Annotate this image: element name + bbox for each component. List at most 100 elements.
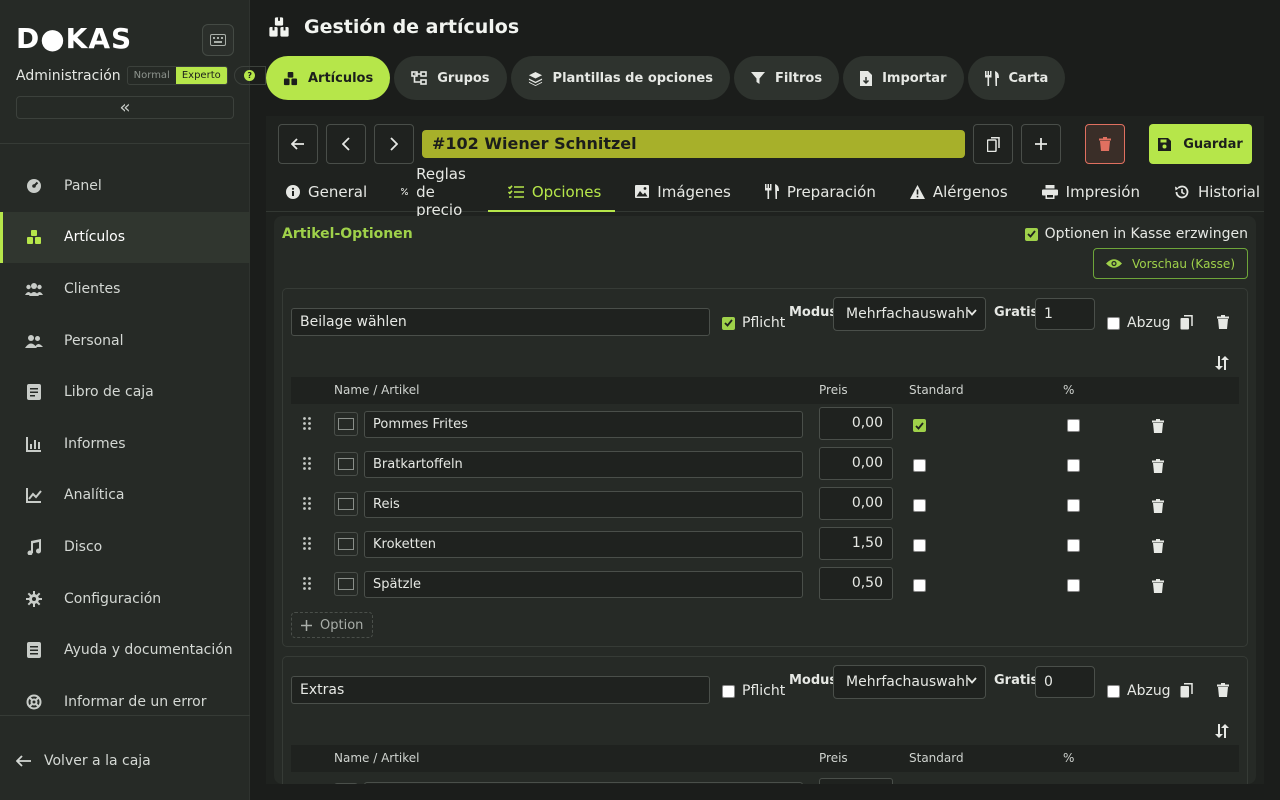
group-name-field[interactable]: Beilage wählen: [291, 308, 710, 336]
subtab-preparacion[interactable]: Preparación: [745, 172, 890, 211]
option-name-field[interactable]: Kroketten: [364, 531, 803, 558]
copy-icon[interactable]: [1180, 315, 1193, 330]
group-name-field[interactable]: Extras: [291, 676, 710, 704]
checkbox-checked[interactable]: [722, 316, 735, 330]
subtab-reglas-precio[interactable]: Reglas de precio: [381, 165, 488, 219]
delete-article-button[interactable]: [1085, 124, 1125, 164]
tab-filtros[interactable]: Filtros: [733, 56, 840, 100]
drag-handle-icon[interactable]: [303, 537, 311, 550]
color-swatch[interactable]: [334, 412, 358, 436]
percent-checkbox[interactable]: [1067, 419, 1080, 432]
sidebar-item-informes[interactable]: Informes: [0, 418, 250, 470]
deduct-toggle[interactable]: Abzug: [1107, 315, 1171, 331]
percent-checkbox[interactable]: [1067, 499, 1080, 512]
previous-article-button[interactable]: [326, 124, 366, 164]
standard-checkbox[interactable]: [913, 459, 926, 472]
checkbox-checked[interactable]: [1024, 227, 1038, 241]
option-name-field[interactable]: Spätzle: [364, 571, 803, 598]
sidebar-item-panel[interactable]: Panel: [0, 160, 250, 212]
option-price-field[interactable]: 0,00: [819, 447, 893, 480]
sidebar-item-analitica[interactable]: Analítica: [0, 470, 250, 522]
sidebar-item-clientes[interactable]: Clientes: [0, 263, 250, 315]
preview-pos-button[interactable]: Vorschau (Kasse): [1092, 248, 1248, 279]
option-price-field[interactable]: 1,50: [819, 527, 893, 560]
subtab-imagenes[interactable]: Imágenes: [615, 172, 745, 211]
option-price-field[interactable]: [819, 778, 893, 784]
mode-normal-button[interactable]: Normal: [128, 67, 176, 84]
color-swatch[interactable]: [334, 492, 358, 516]
percent-checkbox[interactable]: [1067, 539, 1080, 552]
collapse-sidebar-button[interactable]: «: [16, 96, 234, 119]
sort-icon[interactable]: [1215, 724, 1229, 738]
trash-icon[interactable]: [1152, 459, 1164, 473]
sidebar-item-articulos[interactable]: Artículos: [0, 211, 250, 264]
sidebar-item-configuracion[interactable]: Configuración: [0, 573, 250, 625]
back-to-pos-button[interactable]: Volver a la caja: [16, 748, 151, 774]
drag-handle-icon[interactable]: [303, 417, 311, 430]
color-swatch[interactable]: [334, 452, 358, 476]
standard-checkbox[interactable]: [913, 499, 926, 512]
standard-checkbox[interactable]: [913, 579, 926, 592]
option-name-field[interactable]: Bratkartoffeln: [364, 451, 803, 478]
required-toggle[interactable]: Pflicht: [722, 683, 785, 699]
force-options-toggle[interactable]: Optionen in Kasse erzwingen: [1024, 226, 1248, 242]
save-button[interactable]: Guardar: [1149, 124, 1252, 164]
back-button[interactable]: [278, 124, 318, 164]
trash-icon[interactable]: [1152, 539, 1164, 553]
checkbox-unchecked[interactable]: [1107, 316, 1120, 330]
keyboard-button[interactable]: [202, 24, 234, 56]
checkbox-unchecked[interactable]: [722, 684, 735, 698]
percent-checkbox[interactable]: [1067, 579, 1080, 592]
sidebar-item-personal[interactable]: Personal: [0, 315, 250, 367]
tab-plantillas[interactable]: Plantillas de opciones: [510, 56, 730, 100]
subtab-impresion[interactable]: Impresión: [1022, 172, 1154, 211]
option-price-field[interactable]: 0,00: [819, 407, 893, 440]
sidebar-item-disco[interactable]: Disco: [0, 521, 250, 573]
duplicate-article-button[interactable]: [973, 124, 1013, 164]
option-name-field[interactable]: [364, 782, 803, 784]
mode-select[interactable]: Mehrfachauswahl: [833, 297, 986, 331]
drag-handle-icon[interactable]: [303, 497, 311, 510]
article-title-field[interactable]: #102 Wiener Schnitzel: [422, 130, 965, 158]
standard-checkbox[interactable]: [913, 419, 926, 432]
sidebar-item-libro-de-caja[interactable]: Libro de caja: [0, 366, 250, 418]
sidebar-item-informar-error[interactable]: Informar de un error: [0, 676, 250, 728]
new-article-button[interactable]: [1021, 124, 1061, 164]
tab-carta[interactable]: Carta: [967, 56, 1066, 100]
color-swatch[interactable]: [334, 572, 358, 596]
checkbox-unchecked[interactable]: [1107, 684, 1120, 698]
mode-expert-button[interactable]: Experto: [175, 67, 227, 84]
deduct-toggle[interactable]: Abzug: [1107, 683, 1171, 699]
required-toggle[interactable]: Pflicht: [722, 315, 785, 331]
trash-icon[interactable]: [1152, 579, 1164, 593]
copy-icon[interactable]: [1180, 683, 1193, 698]
add-option-button[interactable]: Option: [291, 612, 374, 638]
sidebar-item-ayuda[interactable]: Ayuda y documentación: [0, 624, 250, 676]
help-button[interactable]: ?: [233, 66, 266, 85]
subtab-opciones[interactable]: Opciones: [487, 172, 616, 212]
trash-icon[interactable]: [1152, 499, 1164, 513]
tab-importar[interactable]: Importar: [843, 56, 964, 100]
standard-checkbox[interactable]: [913, 539, 926, 552]
subtab-historial[interactable]: Historial: [1154, 172, 1274, 211]
trash-icon[interactable]: [1217, 315, 1229, 329]
color-swatch[interactable]: [334, 532, 358, 556]
subtab-general[interactable]: General: [266, 172, 381, 211]
trash-icon[interactable]: [1217, 683, 1229, 697]
free-count-field[interactable]: 1: [1035, 298, 1095, 330]
subtab-alergenos[interactable]: Alérgenos: [890, 172, 1022, 211]
drag-handle-icon[interactable]: [303, 577, 311, 590]
next-article-button[interactable]: [374, 124, 414, 164]
option-price-field[interactable]: 0,50: [819, 567, 893, 600]
percent-checkbox[interactable]: [1067, 459, 1080, 472]
sort-icon[interactable]: [1215, 356, 1229, 370]
tab-grupos[interactable]: Grupos: [394, 56, 507, 100]
color-swatch[interactable]: [334, 783, 358, 784]
free-count-field[interactable]: 0: [1035, 666, 1095, 698]
trash-icon[interactable]: [1152, 419, 1164, 433]
drag-handle-icon[interactable]: [303, 457, 311, 470]
option-name-field[interactable]: Pommes Frites: [364, 411, 803, 438]
option-name-field[interactable]: Reis: [364, 491, 803, 518]
tab-articulos[interactable]: Artículos: [266, 56, 391, 100]
mode-select[interactable]: Mehrfachauswahl: [833, 665, 986, 699]
